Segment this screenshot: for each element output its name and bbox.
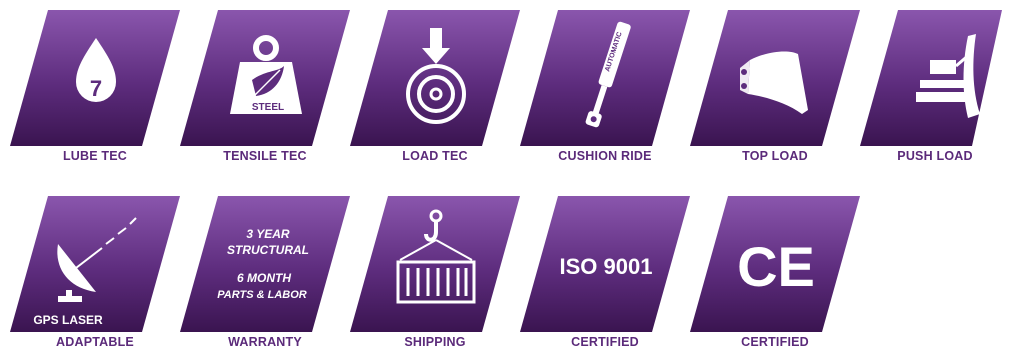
warranty-line: 3 YEAR	[246, 227, 289, 241]
steel-label: STEEL	[252, 102, 284, 113]
warranty-line: STRUCTURAL	[227, 243, 309, 257]
iso-icon: ISO 9001	[560, 254, 653, 279]
feature-badge	[690, 10, 860, 146]
feature-caption: LOAD TEC	[402, 149, 468, 163]
feature-badge: ISO 9001	[520, 196, 690, 332]
feature-caption: ADAPTABLE	[56, 335, 134, 349]
feature-caption: TENSILE TEC	[223, 149, 307, 163]
gps-laser-label: GPS LASER	[33, 313, 103, 327]
feature-badge: GPS LASER	[10, 196, 180, 332]
feature-caption: TOP LOAD	[742, 149, 808, 163]
feature-badge	[860, 10, 1012, 146]
feature-badge	[350, 10, 520, 146]
warranty-line: 6 MONTH	[237, 271, 291, 285]
ce-mark-icon: CE	[737, 235, 815, 298]
feature-caption: CERTIFIED	[741, 335, 809, 349]
warranty-line: PARTS & LABOR	[217, 289, 306, 301]
feature-caption: CERTIFIED	[571, 335, 639, 349]
feature-caption: PUSH LOAD	[897, 149, 973, 163]
lube-number: 7	[90, 76, 102, 101]
feature-caption: SHIPPING	[404, 335, 466, 349]
feature-badge: STEEL	[180, 10, 350, 146]
feature-caption: CUSHION RIDE	[558, 149, 652, 163]
feature-badge: 7	[10, 10, 180, 146]
feature-caption: WARRANTY	[228, 335, 302, 349]
feature-caption: LUBE TEC	[62, 149, 128, 163]
feature-badge	[350, 196, 520, 332]
ce-label: CE	[737, 235, 815, 298]
iso-label: ISO 9001	[560, 254, 653, 279]
feature-badge: 3 YEAR STRUCTURAL 6 MONTH PARTS & LABOR	[180, 196, 350, 332]
feature-badge: CE	[690, 196, 860, 332]
feature-badge: AUTOMATIC	[520, 10, 690, 146]
